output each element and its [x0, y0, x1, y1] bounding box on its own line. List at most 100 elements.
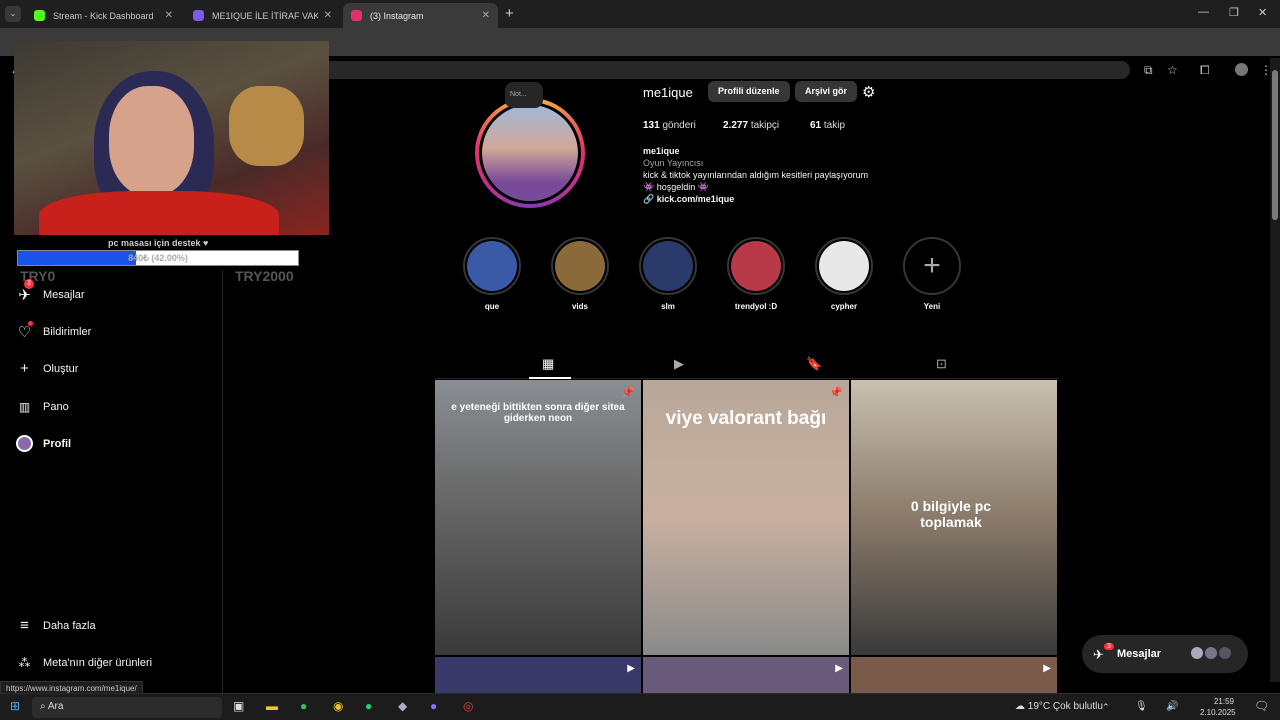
post-tile[interactable]: 0 bilgiyle pc toplamak [851, 380, 1057, 655]
highlight-label: trendyol :D [734, 302, 778, 311]
view-archive-button[interactable]: Arşivi gör [795, 81, 858, 102]
sidebar-item-notifications[interactable]: ♡ Bildirimler [16, 321, 91, 341]
clock-date: 2.10.2025 [1200, 708, 1236, 717]
posts-stat: 131 gönderi [643, 120, 696, 131]
taskbar: ⊞ ⌕ Ara ▣ ▬ ● ◉ ● ◆ ● ◎ ☁ 19°C Çok bulut… [0, 693, 1280, 720]
highlight-que[interactable]: que [462, 237, 522, 311]
microphone-icon[interactable]: 🎙 [1135, 701, 1148, 712]
messages-badge: 3 [24, 279, 34, 289]
post-tile[interactable]: ▶ [435, 657, 641, 693]
profile-name: me1ique [643, 146, 680, 156]
close-tab-icon[interactable]: ✕ [165, 10, 173, 21]
grid-icon: ⁂ [18, 655, 31, 670]
pin-icon: 📌 [829, 387, 843, 399]
sidebar-item-messages[interactable]: ✈ 3 Mesajlar [16, 279, 85, 304]
highlight-slm[interactable]: slm [638, 237, 698, 311]
saved-bookmark-icon[interactable]: 🔖 [806, 356, 822, 372]
gear-icon[interactable]: ⚙ [862, 83, 875, 101]
active-tab-indicator [529, 377, 571, 379]
post-tile[interactable]: viye valorant bağı 📌 [643, 380, 849, 655]
streamer-face [109, 86, 194, 196]
extensions-icon[interactable]: ⧠ [1200, 63, 1210, 78]
webcam-overlay [14, 41, 329, 235]
whatsapp-icon[interactable]: ● [300, 699, 307, 713]
post-caption: viye valorant bağı [665, 408, 827, 429]
note-bubble[interactable]: Not... [505, 82, 543, 108]
restore-icon[interactable]: ❐ [1229, 6, 1239, 19]
messages-pill[interactable]: ✈ 3 Mesajlar [1082, 635, 1248, 673]
profile-link[interactable]: 🔗 kick.com/me1ique [643, 194, 734, 205]
highlight-label: que [484, 302, 500, 311]
tab-itiraf[interactable]: ME1IQUE İLE İTİRAF VAKTİ - Go ✕ [185, 3, 340, 28]
edit-profile-button[interactable]: Profili düzenle [708, 81, 790, 102]
sidebar-item-create[interactable]: + Oluştur [16, 360, 78, 377]
highlight-cover [731, 241, 781, 291]
bookmark-star-icon[interactable]: ☆ [1167, 63, 1178, 77]
new-tab-button[interactable]: + [505, 5, 514, 22]
goal-max-label: TRY2000 [235, 268, 294, 284]
tab-title: ME1IQUE İLE İTİRAF VAKTİ - Go [212, 10, 318, 21]
following-label: takip [823, 120, 846, 131]
post-caption: e yeteneği bittikten sonra diğer sitea g… [451, 402, 625, 424]
chrome-icon[interactable]: ◉ [333, 699, 343, 713]
following-stat[interactable]: 61 takip [810, 120, 845, 131]
tray-chevron-icon[interactable]: ⌃ [1102, 702, 1110, 713]
sidebar-item-more[interactable]: ≡ Daha fazla [16, 617, 96, 634]
sidebar-item-meta[interactable]: ⁂ Meta'nın diğer ürünleri [16, 654, 153, 671]
messages-badge: 3 [1104, 643, 1114, 650]
notification-dot [28, 321, 33, 326]
instagram-favicon-icon [351, 10, 362, 21]
highlight-trendyol[interactable]: trendyol :D [726, 237, 786, 311]
close-tab-icon[interactable]: ✕ [482, 10, 490, 21]
sidebar-item-dashboard[interactable]: ▥ Pano [16, 398, 69, 415]
close-window-icon[interactable]: ✕ [1258, 6, 1267, 19]
notification-center-icon[interactable]: 🗨 [1254, 699, 1269, 713]
post-tile[interactable]: ▶ [643, 657, 849, 693]
highlight-cover [643, 241, 693, 291]
tab-search-button[interactable]: ⌄ [5, 6, 21, 22]
taskbar-search[interactable]: ⌕ Ara [32, 697, 222, 718]
obs-icon[interactable]: ◎ [463, 699, 473, 713]
volume-icon[interactable]: 🔊 [1166, 701, 1178, 712]
tab-instagram[interactable]: (3) Instagram ✕ [343, 3, 498, 28]
link-icon: 🔗 [643, 194, 655, 204]
install-app-icon[interactable]: ⧉ [1144, 63, 1153, 78]
page-scrollbar[interactable] [1270, 58, 1280, 682]
highlight-cypher[interactable]: cypher [814, 237, 874, 311]
reel-icon: ▶ [835, 663, 843, 674]
followers-count: 2.277 [723, 120, 749, 131]
donation-progress-text: 840₺ (42.00%) [128, 253, 188, 263]
tab-title: (3) Instagram [370, 10, 424, 21]
scrollbar-thumb[interactable] [1272, 70, 1278, 220]
weather-widget[interactable]: ☁ 19°C Çok bulutlu [1015, 701, 1103, 712]
windows-start-icon[interactable]: ⊞ [10, 699, 20, 713]
spotify-icon[interactable]: ● [365, 699, 372, 713]
post-tile[interactable]: e yeteneği bittikten sonra diğer sitea g… [435, 380, 641, 655]
discord-icon[interactable]: ● [430, 699, 437, 713]
profile-avatar-icon[interactable] [1235, 63, 1248, 76]
minimize-icon[interactable]: — [1198, 6, 1209, 18]
highlight-vids[interactable]: vids [550, 237, 610, 311]
reel-icon: ▶ [627, 663, 635, 674]
sidebar-item-profile[interactable]: Profil [16, 435, 71, 452]
avatar [1204, 646, 1218, 660]
system-clock[interactable]: 21:59 2.10.2025 [1200, 696, 1236, 718]
sidebar-item-label: Daha fazla [43, 619, 96, 632]
profile-bio: kick & tiktok yayınlarından aldığım kesi… [643, 170, 869, 180]
profile-welcome: 👾 hoşgeldin 👾 [643, 182, 709, 192]
file-explorer-icon[interactable]: ▬ [266, 699, 278, 713]
followers-stat[interactable]: 2.277 takipçi [723, 120, 779, 131]
task-view-icon[interactable]: ▣ [233, 699, 244, 713]
tab-kick-dashboard[interactable]: Stream - Kick Dashboard ✕ [26, 3, 181, 28]
app-icon[interactable]: ◆ [398, 699, 407, 713]
grid-posts-icon[interactable]: ▦ [542, 356, 554, 372]
avatar [1218, 646, 1232, 660]
post-tile[interactable]: ▶ [851, 657, 1057, 693]
cloud-icon: ☁ [1015, 701, 1025, 712]
profile-picture[interactable] [475, 98, 585, 208]
highlight-new[interactable]: + Yeni [902, 237, 962, 311]
avatar-photo [482, 105, 578, 201]
tagged-icon[interactable]: ⊡ [936, 356, 947, 372]
reels-icon[interactable]: ▶ [674, 356, 684, 372]
close-tab-icon[interactable]: ✕ [324, 10, 332, 21]
